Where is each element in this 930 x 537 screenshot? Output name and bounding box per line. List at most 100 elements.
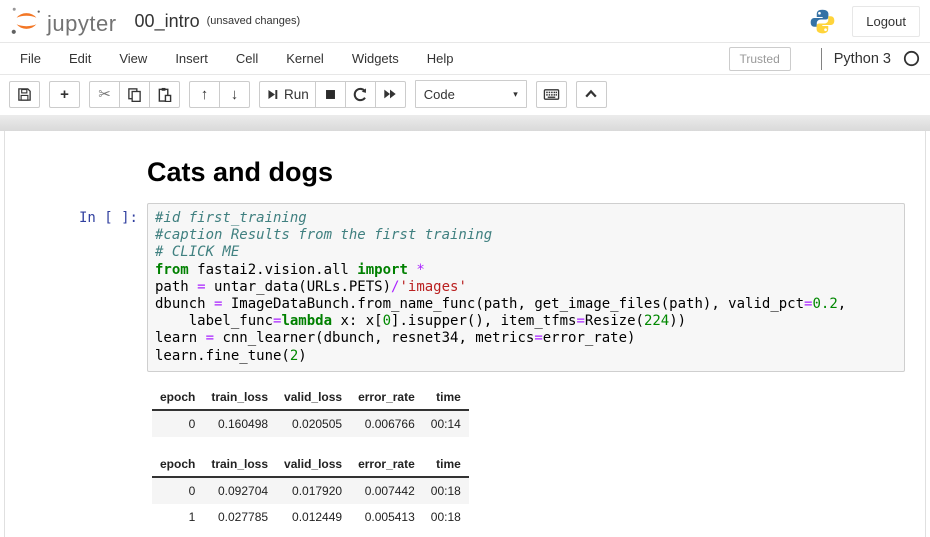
code-line: #caption Results from the first training [155,227,492,243]
table-cell: 00:18 [423,504,469,530]
column-header: time [423,452,469,477]
code-line: dbunch = ImageDataBunch.from_name_func(p… [155,296,846,312]
column-header: time [423,385,469,410]
restart-run-all-button[interactable] [375,81,406,108]
menu-item-insert[interactable]: Insert [161,44,222,73]
table-cell: 00:14 [423,410,469,437]
paste-cell-button[interactable] [149,81,180,108]
column-header: train_loss [203,385,276,410]
code-line: learn = cnn_learner(dbunch, resnet34, me… [155,330,635,346]
table-cell: 00:18 [423,477,469,504]
code-editor[interactable]: #id first_training #caption Results from… [147,203,905,372]
table-header-row: epochtrain_lossvalid_losserror_ratetime [152,385,469,410]
table-cell: 0.027785 [203,504,276,530]
output-prompt [5,385,147,392]
table-cell: 0.005413 [350,504,423,530]
run-button-label: Run [284,87,309,102]
clipboard-icon [157,87,172,102]
menu-item-view[interactable]: View [105,44,161,73]
restart-kernel-button[interactable] [345,81,376,108]
table-cell: 0 [152,477,203,504]
menu-item-widgets[interactable]: Widgets [338,44,413,73]
page-shadow-strip [0,115,930,131]
code-line: # CLICK ME [155,244,239,260]
arrow-up-icon: ↑ [201,87,209,102]
code-line: learn.fine_tune(2) [155,348,307,364]
output-tables: epochtrain_lossvalid_losserror_ratetime0… [147,385,905,537]
table-cell: 0.007442 [350,477,423,504]
training-results-table: epochtrain_lossvalid_losserror_ratetime0… [152,452,469,530]
checkpoint-status: (unsaved changes) [207,15,301,27]
code-cell[interactable]: In [ ]: #id first_training #caption Resu… [5,203,925,372]
jupyter-logo[interactable]: jupyter [10,5,117,37]
logout-button[interactable]: Logout [852,6,920,37]
toolbar: + ✂ ↑ ↓ [0,75,930,115]
scissors-icon: ✂ [98,87,111,102]
column-header: error_rate [350,385,423,410]
stop-icon [324,88,337,101]
arrow-down-icon: ↓ [231,87,239,102]
interrupt-kernel-button[interactable] [315,81,346,108]
add-cell-button[interactable]: + [49,81,80,108]
scroll-to-top-button[interactable] [576,81,607,108]
chevron-up-icon [584,87,598,101]
table-cell: 0.012449 [276,504,350,530]
table-cell: 0.092704 [203,477,276,504]
menu-divider [821,48,822,70]
table-cell: 0.020505 [276,410,350,437]
kernel-name: Python 3 [834,51,891,67]
table-row: 00.0927040.0179200.00744200:18 [152,477,469,504]
cut-cell-button[interactable]: ✂ [89,81,120,108]
column-header: error_rate [350,452,423,477]
menu-bar: FileEditViewInsertCellKernelWidgetsHelp … [0,42,930,75]
menu-item-help[interactable]: Help [413,44,468,73]
kernel-idle-icon [903,50,920,67]
move-cell-down-button[interactable]: ↓ [219,81,250,108]
table-row: 00.1604980.0205050.00676600:14 [152,410,469,437]
fast-forward-icon [383,87,397,101]
save-button[interactable] [9,81,40,108]
plus-icon: + [60,87,69,102]
table-row: 10.0277850.0124490.00541300:18 [152,504,469,530]
table-cell: 0.160498 [203,410,276,437]
table-cell: 1 [152,504,203,530]
menu-item-kernel[interactable]: Kernel [272,44,338,73]
table-cell: 0.006766 [350,410,423,437]
restart-icon [353,87,368,102]
column-header: valid_loss [276,452,350,477]
code-line: from fastai2.vision.all import * [155,262,425,278]
header: jupyter 00_intro (unsaved changes) Logou… [0,0,930,42]
menu-item-file[interactable]: File [6,44,55,73]
notebook-container: Cats and dogs In [ ]: #id first_training… [4,131,926,537]
jupyter-logo-text: jupyter [47,11,117,37]
column-header: train_loss [203,452,276,477]
move-cell-up-button[interactable]: ↑ [189,81,220,108]
table-cell: 0 [152,410,203,437]
input-prompt: In [ ]: [5,203,147,227]
column-header: epoch [152,385,203,410]
copy-icon [127,87,142,102]
step-forward-icon [266,88,279,101]
notebook-title[interactable]: 00_intro [135,11,200,32]
menu-item-cell[interactable]: Cell [222,44,272,73]
column-header: epoch [152,452,203,477]
command-palette-button[interactable] [536,81,567,108]
menu-items: FileEditViewInsertCellKernelWidgetsHelp [6,44,468,73]
notebook-heading: Cats and dogs [147,156,905,188]
table-header-row: epochtrain_lossvalid_losserror_ratetime [152,452,469,477]
keyboard-icon [543,86,560,103]
markdown-cell[interactable]: Cats and dogs [5,156,925,203]
run-cell-button[interactable]: Run [259,81,316,108]
cell-type-select[interactable]: Code ▾ [415,80,527,108]
code-line: path = untar_data(URLs.PETS)/'images' [155,279,467,295]
jupyter-logo-icon [10,5,42,37]
markdown-cell-prompt [5,156,147,163]
code-line: label_func=lambda x: x[0].isupper(), ite… [155,313,686,329]
cell-type-value: Code [424,87,455,102]
code-text: #id first_training #caption Results from… [155,210,897,365]
copy-cell-button[interactable] [119,81,150,108]
table-cell: 0.017920 [276,477,350,504]
menu-item-edit[interactable]: Edit [55,44,105,73]
column-header: valid_loss [276,385,350,410]
output-area: epochtrain_lossvalid_losserror_ratetime0… [5,385,925,537]
